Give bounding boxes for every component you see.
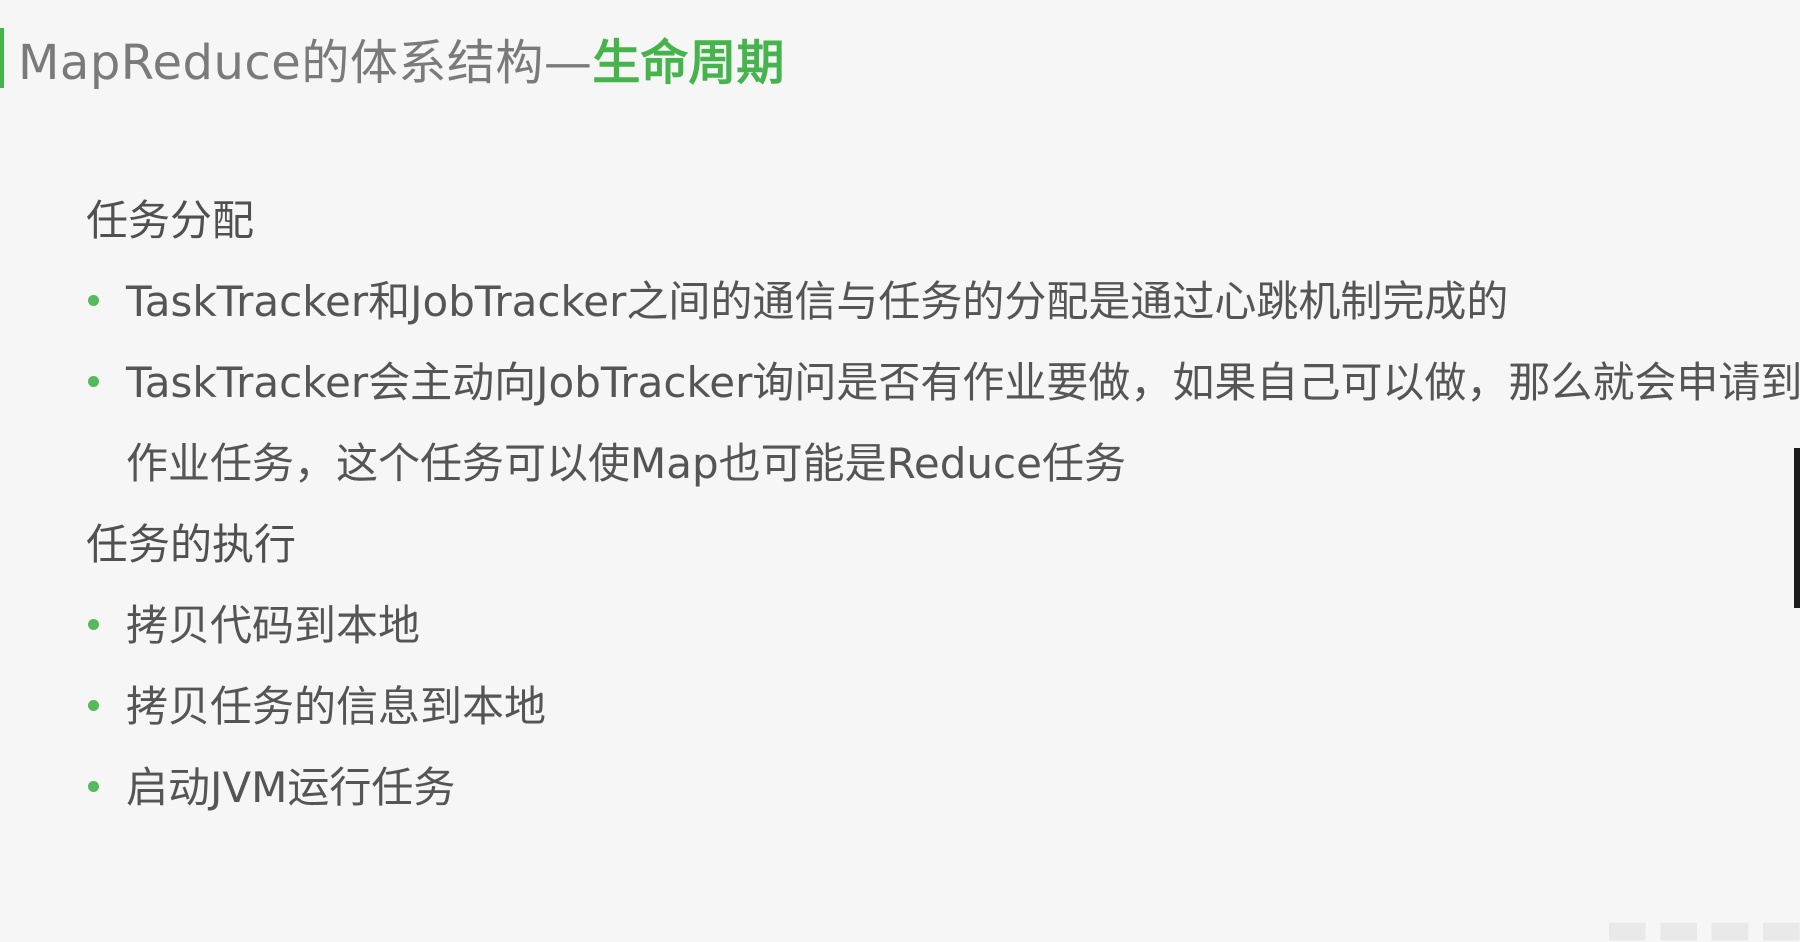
bullet-icon (88, 376, 99, 387)
list-item: TaskTracker和JobTracker之间的通信与任务的分配是通过心跳机制… (86, 261, 1800, 342)
bullet-text: TaskTracker和JobTracker之间的通信与任务的分配是通过心跳机制… (126, 277, 1509, 326)
bullet-text: 拷贝代码到本地 (126, 601, 421, 650)
slide: MapReduce的体系结构— 生命周期 任务分配 TaskTracker和Jo… (0, 0, 1800, 942)
slide-title: MapReduce的体系结构— (18, 35, 593, 91)
bullet-icon (88, 619, 99, 630)
list-item: 拷贝代码到本地 (86, 585, 1800, 666)
list-item: TaskTracker会主动向JobTracker询问是否有作业要做，如果自己可… (86, 342, 1800, 504)
scroll-indicator[interactable] (1794, 448, 1800, 608)
slide-title-bar: MapReduce的体系结构— 生命周期 (0, 28, 784, 91)
section-heading-task-execution: 任务的执行 (86, 520, 297, 569)
watermark-shape: ▬▬▬▬ (1604, 910, 1800, 942)
list-item: 启动JVM运行任务 (86, 747, 1800, 828)
list-item: 拷贝任务的信息到本地 (86, 666, 1800, 747)
watermark-logo: ▬▬▬▬ (1540, 910, 1800, 942)
slide-title-highlight: 生命周期 (592, 35, 785, 91)
slide-content: 任务分配 TaskTracker和JobTracker之间的通信与任务的分配是通… (86, 180, 1800, 828)
bullet-text: 拷贝任务的信息到本地 (126, 682, 547, 731)
bullet-icon (88, 295, 99, 306)
bullet-icon (88, 781, 99, 792)
bullet-icon (88, 700, 99, 711)
bullet-text: TaskTracker会主动向JobTracker询问是否有作业要做，如果自己可… (126, 358, 1800, 488)
section-heading-task-assignment: 任务分配 (86, 196, 255, 245)
title-accent-bar (0, 28, 4, 88)
bullet-text: 启动JVM运行任务 (126, 763, 456, 812)
